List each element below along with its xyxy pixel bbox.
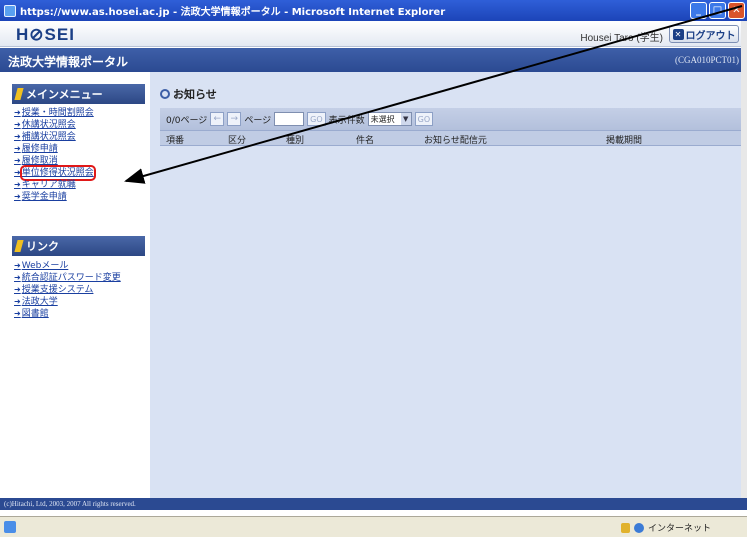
copyright-footer: (c)Hitachi, Ltd, 2003, 2007 All rights r… — [0, 498, 747, 510]
sidebar-item-label: 履修申請 — [21, 144, 58, 154]
sidebar-item-label: Webメール — [21, 261, 69, 271]
close-button[interactable]: ✕ — [728, 2, 745, 19]
arrow-right-icon: ➜ — [14, 192, 21, 201]
sidebar-item-withdrawal[interactable]: ➜ 履修取消 — [14, 155, 94, 167]
arrow-right-icon: ➜ — [14, 273, 21, 282]
status-bar: インターネット — [0, 516, 747, 537]
notices-table-header: 項番 区分 種別 件名 お知らせ配信元 掲載期間 — [160, 130, 746, 146]
display-go-button[interactable]: GO — [414, 112, 434, 126]
sidebar-item-label: 授業支援システム — [21, 285, 94, 295]
sidebar-item-label: 授業・時間割照会 — [21, 108, 94, 118]
sidebar-item-scholarship[interactable]: ➜ 奨学金申請 — [14, 191, 94, 203]
window-controls: _ □ ✕ — [690, 2, 745, 19]
sidebar-item-registration[interactable]: ➜ 履修申請 — [14, 143, 94, 155]
column-header: 区分 — [228, 136, 247, 146]
notices-title-label: お知らせ — [173, 88, 217, 101]
sidebar-item-label: 休講状況照会 — [21, 120, 76, 130]
sidebar-item-password-change[interactable]: ➜ 統合認証パスワード変更 — [14, 272, 121, 284]
sidebar-item-label: 図書館 — [21, 309, 49, 319]
main-content: お知らせ 0/0ページ ← → ページ GO 表示件数 未選択 ▼ GO 項番 … — [150, 72, 747, 500]
column-header: お知らせ配信元 — [424, 136, 487, 146]
minimize-button[interactable]: _ — [690, 2, 707, 19]
notice-icon — [160, 89, 170, 99]
sidebar-item-library[interactable]: ➜ 図書館 — [14, 308, 121, 320]
chevron-down-icon: ▼ — [400, 113, 411, 125]
arrow-right-icon: ➜ — [14, 144, 21, 153]
main-menu-label: メインメニュー — [26, 88, 103, 101]
lock-icon — [620, 522, 630, 533]
page-input[interactable] — [274, 112, 305, 126]
zone-label: インターネット — [647, 524, 711, 534]
display-count-select[interactable]: 未選択 ▼ — [367, 112, 412, 126]
column-header: 掲載期間 — [606, 136, 643, 146]
logout-button[interactable]: ✕ ログアウト — [669, 25, 739, 43]
arrow-right-icon: ➜ — [14, 156, 21, 165]
display-count-label: 表示件数 — [328, 115, 365, 126]
logout-icon: ✕ — [672, 28, 684, 40]
arrow-right-icon: ➜ — [14, 168, 21, 177]
browser-window: https://www.as.hosei.ac.jp - 法政大学情報ポータル … — [0, 0, 747, 537]
arrow-right-icon: ➜ — [14, 132, 21, 141]
link-menu-header: リンク — [12, 236, 145, 256]
globe-icon — [633, 522, 644, 533]
maximize-button[interactable]: □ — [709, 2, 726, 19]
sidebar-item-label: 単位修得状況照会 — [19, 165, 96, 181]
prev-page-button[interactable]: ← — [210, 112, 225, 126]
notices-title: お知らせ — [160, 86, 217, 102]
page-label: ページ — [244, 115, 272, 126]
sidebar-item-makeup-classes[interactable]: ➜ 補講状況照会 — [14, 131, 94, 143]
ie-icon — [4, 4, 16, 17]
portal-header: H⊘SEI Housei Taro (学生) ✕ ログアウト — [0, 21, 747, 47]
sidebar-item-credits[interactable]: ➜ 単位修得状況照会 — [14, 165, 96, 181]
hosei-logo: H⊘SEI — [16, 25, 75, 44]
flag-icon — [14, 240, 24, 252]
security-zone: インターネット — [620, 521, 711, 534]
arrow-right-icon: ➜ — [14, 108, 21, 117]
portal-title: 法政大学情報ポータル — [8, 55, 129, 69]
screen-code: (CGA010PCT01) — [674, 55, 739, 65]
display-count-value: 未選択 — [370, 114, 395, 124]
sidebar-item-label: キャリア就職 — [21, 180, 76, 190]
main-menu-list: ➜ 授業・時間割照会 ➜ 休講状況照会 ➜ 補講状況照会 ➜ 履修申請 ➜ 履修取消 ➜ 単… — [14, 107, 96, 203]
sidebar-item-timetable[interactable]: ➜ 授業・時間割照会 — [14, 107, 94, 119]
sidebar-item-label: 補講状況照会 — [21, 132, 76, 142]
link-menu-label: リンク — [26, 240, 59, 253]
main-menu-header: メインメニュー — [12, 84, 145, 104]
arrow-right-icon: ➜ — [14, 309, 21, 318]
arrow-right-icon: ➜ — [14, 180, 21, 189]
flag-icon — [14, 88, 24, 100]
sidebar-item-label: 法政大学 — [21, 297, 58, 307]
logout-label: ログアウト — [685, 30, 736, 42]
pager-bar: 0/0ページ ← → ページ GO 表示件数 未選択 ▼ GO — [160, 108, 746, 130]
column-header: 種別 — [286, 136, 305, 146]
arrow-right-icon: ➜ — [14, 297, 21, 306]
portal-title-bar: 法政大学情報ポータル (CGA010PCT01) — [0, 48, 747, 72]
column-header: 件名 — [356, 136, 375, 146]
page-go-button[interactable]: GO — [307, 112, 326, 126]
vertical-scrollbar[interactable] — [741, 21, 747, 498]
sidebar-item-label: 統合認証パスワード変更 — [21, 273, 121, 283]
page-icon — [4, 521, 16, 533]
sidebar-item-class-support[interactable]: ➜ 授業支援システム — [14, 284, 121, 296]
sidebar: メインメニュー ➜ 授業・時間割照会 ➜ 休講状況照会 ➜ 補講状況照会 ➜ 履修申請 … — [0, 72, 150, 500]
sidebar-item-cancelled-classes[interactable]: ➜ 休講状況照会 — [14, 119, 94, 131]
sidebar-item-label: 履修取消 — [21, 156, 58, 166]
window-title: https://www.as.hosei.ac.jp - 法政大学情報ポータル … — [20, 7, 446, 18]
sidebar-item-webmail[interactable]: ➜ Webメール — [14, 260, 121, 272]
arrow-right-icon: ➜ — [14, 285, 21, 294]
link-menu-list: ➜ Webメール ➜ 統合認証パスワード変更 ➜ 授業支援システム ➜ 法政大学 ➜ 図書… — [14, 260, 121, 320]
sidebar-item-career[interactable]: ➜ キャリア就職 — [14, 179, 94, 191]
arrow-right-icon: ➜ — [14, 120, 21, 129]
sidebar-item-hosei-univ[interactable]: ➜ 法政大学 — [14, 296, 121, 308]
arrow-right-icon: ➜ — [14, 261, 21, 270]
sidebar-item-label: 奨学金申請 — [21, 192, 67, 202]
next-page-button[interactable]: → — [227, 112, 242, 126]
column-header: 項番 — [166, 136, 185, 146]
title-bar: https://www.as.hosei.ac.jp - 法政大学情報ポータル … — [0, 0, 747, 21]
user-name: Housei Taro (学生) — [580, 33, 663, 44]
page-count: 0/0ページ — [166, 115, 208, 126]
